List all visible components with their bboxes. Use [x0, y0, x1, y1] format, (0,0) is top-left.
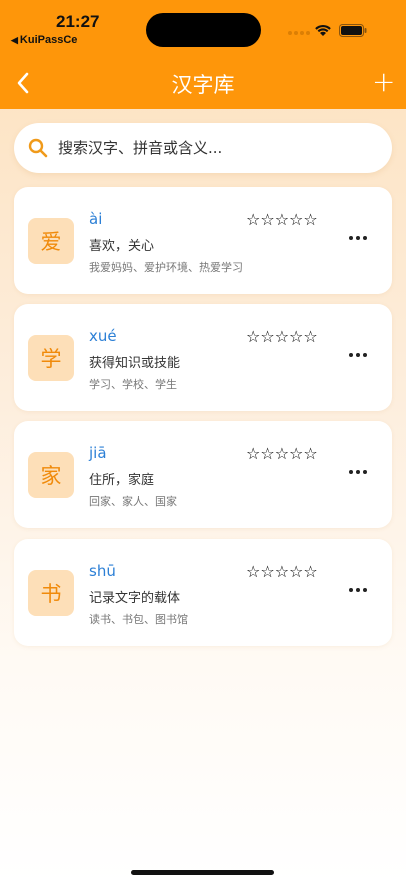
back-triangle-icon: ◀	[11, 35, 18, 45]
star-rating[interactable]: ☆☆☆☆☆	[246, 444, 318, 463]
meaning-label: 喜欢，关心	[89, 239, 155, 254]
back-app-label: KuiPassCe	[19, 34, 78, 46]
character-glyph: 家	[28, 452, 74, 498]
meaning-label: 住所，家庭	[89, 473, 155, 488]
examples-label: 我爱妈妈、爱护环境、热爱学习	[89, 261, 243, 274]
status-time: 21:27	[56, 12, 100, 31]
wifi-icon	[315, 24, 331, 36]
search-icon	[28, 138, 48, 158]
star-rating[interactable]: ☆☆☆☆☆	[246, 210, 318, 229]
signal-icon	[288, 31, 310, 35]
search-bar[interactable]	[14, 123, 392, 173]
home-indicator	[131, 870, 274, 875]
nav-header: 21:27 ◀ KuiPassCe 汉字库 +	[0, 0, 406, 109]
more-options-icon[interactable]	[346, 467, 370, 477]
back-to-app-link[interactable]: ◀ KuiPassCe	[11, 34, 77, 46]
more-options-icon[interactable]	[346, 350, 370, 360]
meaning-label: 记录文字的载体	[89, 591, 181, 606]
search-input[interactable]	[58, 135, 378, 161]
add-button[interactable]: +	[372, 68, 395, 96]
meaning-label: 获得知识或技能	[89, 356, 181, 371]
character-card[interactable]: 家 jiā 住所，家庭回家、家人、国家 ☆☆☆☆☆	[14, 421, 392, 528]
more-options-icon[interactable]	[346, 233, 370, 243]
pinyin-label: shū	[89, 562, 116, 580]
star-rating[interactable]: ☆☆☆☆☆	[246, 562, 318, 581]
character-card[interactable]: 爱 ài 喜欢，关心我爱妈妈、爱护环境、热爱学习 ☆☆☆☆☆	[14, 187, 392, 294]
star-rating[interactable]: ☆☆☆☆☆	[246, 327, 318, 346]
dynamic-island	[146, 13, 261, 47]
battery-icon	[339, 24, 367, 37]
pinyin-label: xué	[89, 327, 117, 345]
pinyin-label: jiā	[89, 444, 107, 462]
more-options-icon[interactable]	[346, 585, 370, 595]
examples-label: 读书、书包、图书馆	[89, 613, 188, 626]
character-glyph: 书	[28, 570, 74, 616]
character-card[interactable]: 学 xué 获得知识或技能 学习、学校、学生 ☆☆☆☆☆	[14, 304, 392, 411]
examples-label: 回家、家人、国家	[89, 495, 177, 508]
character-glyph: 爱	[28, 218, 74, 264]
character-card[interactable]: 书 shū 记录文字的载体 读书、书包、图书馆 ☆☆☆☆☆	[14, 539, 392, 646]
character-glyph: 学	[28, 335, 74, 381]
examples-label: 学习、学校、学生	[89, 378, 177, 391]
pinyin-label: ài	[89, 210, 103, 228]
page-title: 汉字库	[171, 73, 235, 97]
